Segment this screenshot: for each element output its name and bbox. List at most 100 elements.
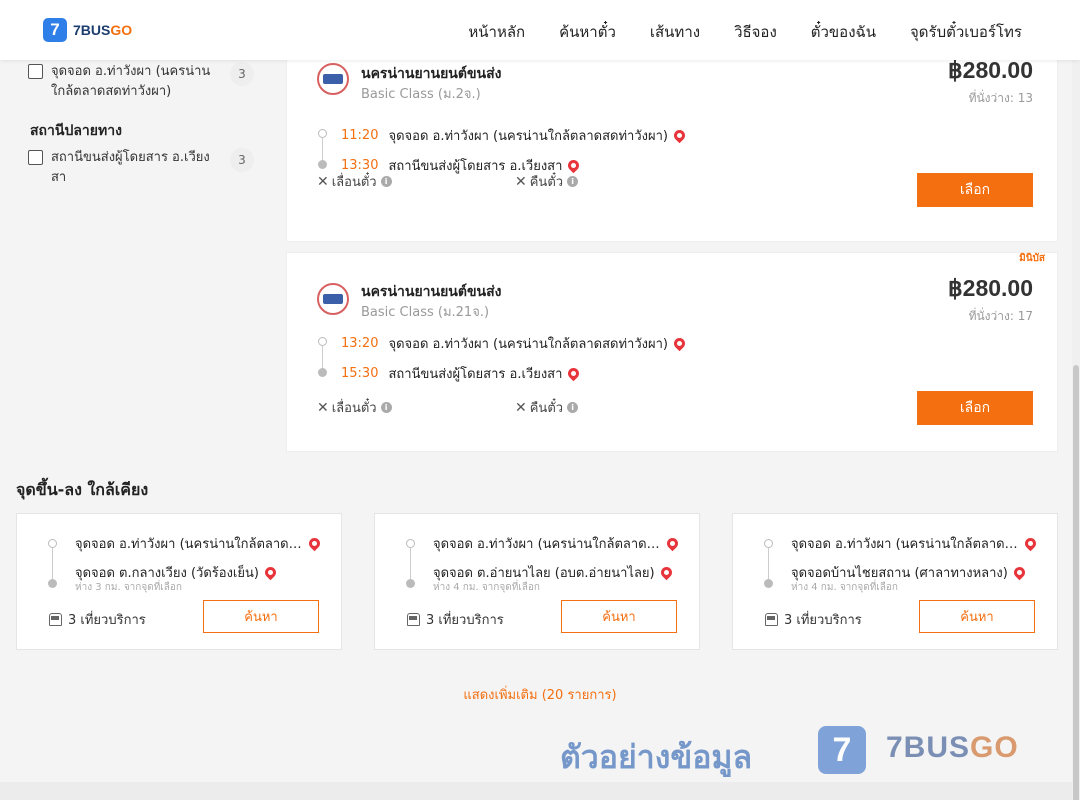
filter-origin-checkbox[interactable]: [28, 64, 43, 79]
change-ticket-label: เลื่อนตั๋ว: [331, 401, 377, 416]
watermark-brand-main: 7BUS: [886, 731, 971, 764]
logo-mark: 7: [43, 18, 67, 42]
select-trip-button[interactable]: เลือก: [917, 173, 1033, 207]
watermark-brand-go: GO: [970, 731, 1019, 764]
nav-my-tickets[interactable]: ตั๋วของฉัน: [811, 20, 876, 44]
main-nav: หน้าหลัก ค้นหาตั๋ว เส้นทาง วิธีจอง ตั๋วข…: [468, 20, 1022, 44]
bus-icon: [49, 613, 62, 626]
timeline-start-icon: [318, 337, 327, 346]
info-icon[interactable]: i: [380, 176, 392, 187]
operator-name: นครน่านยานยนต์ขนส่ง: [361, 284, 502, 300]
trip-price: ฿280.00: [948, 275, 1033, 301]
nav-routes[interactable]: เส้นทาง: [650, 20, 700, 44]
filter-destination-item[interactable]: สถานีขนส่งผู้โดยสาร อ.เวียงสา 3: [28, 148, 258, 188]
map-pin-icon[interactable]: [262, 564, 279, 581]
nearby-trip-count: 3 เที่ยวบริการ: [49, 609, 146, 630]
nearby-distance: ห่าง 4 กม. จากจุดที่เลือก: [791, 582, 898, 593]
arrival-stop: 15:30 สถานีขนส่งผู้โดยสาร อ.เวียงสา: [341, 363, 582, 384]
filter-origin-label: จุดจอด อ.ท่าวังผา (นครน่านใกล้ตลาดสดท่าว…: [51, 64, 211, 99]
refund-ticket-policy: ✕ คืนตั๋ว i: [515, 397, 579, 418]
refund-ticket-label: คืนตั๋ว: [529, 401, 564, 416]
nearby-search-button[interactable]: ค้นหา: [561, 600, 677, 633]
watermark-logo-icon: 7: [818, 726, 866, 774]
nav-search-ticket[interactable]: ค้นหาตั๋ว: [559, 20, 616, 44]
scrollbar-thumb[interactable]: [1073, 365, 1079, 800]
bus-icon: [407, 613, 420, 626]
info-icon[interactable]: i: [567, 176, 579, 187]
bus-class: Basic Class (ม.21จ.): [361, 305, 490, 320]
select-trip-button[interactable]: เลือก: [917, 391, 1033, 425]
nearby-from-label: จุดจอด อ.ท่าวังผา (นครน่านใกล้ตลาดสดท่าว…: [75, 537, 303, 552]
operator-name: นครน่านยานยนต์ขนส่ง: [361, 66, 502, 82]
map-pin-icon[interactable]: [658, 564, 674, 581]
map-pin-icon[interactable]: [671, 127, 688, 144]
timeline-start-icon: [764, 539, 773, 548]
departure-stop: 11:20 จุดจอด อ.ท่าวังผา (นครน่านใกล้ตลาด…: [341, 125, 688, 146]
trip-card: นครน่านยานยนต์ขนส่ง Basic Class (ม.2จ.) …: [286, 42, 1058, 242]
close-icon: ✕: [317, 399, 329, 416]
show-more-link[interactable]: แสดงเพิ่มเติม (20 รายการ): [0, 684, 1080, 705]
map-pin-icon[interactable]: [566, 365, 582, 382]
nearby-stop-card: จุดจอด อ.ท่าวังผา (นครน่านใกล้ตลาดสดท่าว…: [732, 513, 1058, 650]
timeline-end-icon: [318, 368, 327, 377]
nearby-stops-title: จุดขึ้น-ลง ใกล้เคียง: [16, 480, 149, 499]
timeline-line: [322, 138, 323, 162]
map-pin-icon[interactable]: [1011, 564, 1028, 581]
arrival-stop-name: สถานีขนส่งผู้โดยสาร อ.เวียงสา: [388, 367, 563, 382]
departure-time: 13:20: [341, 336, 379, 351]
map-pin-icon[interactable]: [664, 535, 681, 552]
timeline-start-icon: [318, 129, 327, 138]
refund-ticket-policy: ✕ คืนตั๋ว i: [515, 171, 579, 192]
logo-text-go: GO: [110, 22, 133, 38]
operator-logo-icon: [317, 63, 349, 95]
bus-icon: [765, 613, 778, 626]
timeline-line: [52, 548, 53, 580]
bus-class: Basic Class (ม.2จ.): [361, 87, 481, 102]
nearby-search-button[interactable]: ค้นหา: [203, 600, 319, 633]
nearby-trip-count-label: 3 เที่ยวบริการ: [426, 613, 504, 628]
nav-how-to-book[interactable]: วิธีจอง: [734, 20, 777, 44]
map-pin-icon[interactable]: [1022, 535, 1039, 552]
close-icon: ✕: [515, 399, 527, 416]
arrival-time: 15:30: [341, 366, 379, 381]
info-icon[interactable]: i: [567, 402, 579, 413]
timeline-end-icon: [318, 160, 327, 169]
site-logo[interactable]: 7 7BUSGO: [43, 18, 132, 42]
trip-card: มินิบัส นครน่านยานยนต์ขนส่ง Basic Class …: [286, 252, 1058, 452]
vehicle-type-tag: มินิบัส: [1019, 253, 1045, 264]
filter-origin-count: 3: [230, 62, 254, 86]
map-pin-icon[interactable]: [306, 535, 323, 552]
timeline-start-icon: [406, 539, 415, 548]
trip-price: ฿280.00: [948, 57, 1033, 83]
close-icon: ✕: [317, 173, 329, 190]
timeline-line: [410, 548, 411, 580]
operator-logo-icon: [317, 283, 349, 315]
filter-origin-item[interactable]: จุดจอด อ.ท่าวังผา (นครน่านใกล้ตลาดสดท่าว…: [28, 62, 258, 102]
nearby-trip-count-label: 3 เที่ยวบริการ: [784, 613, 862, 628]
nav-home[interactable]: หน้าหลัก: [468, 20, 525, 44]
page-scrollbar[interactable]: [1072, 60, 1080, 800]
nearby-stop-card: จุดจอด อ.ท่าวังผา (นครน่านใกล้ตลาดสดท่าว…: [374, 513, 700, 650]
nearby-distance: ห่าง 4 กม. จากจุดที่เลือก: [433, 582, 540, 593]
nav-pickup-points[interactable]: จุดรับตั๋วเบอร์โทร: [910, 20, 1022, 44]
nearby-trip-count: 3 เที่ยวบริการ: [765, 609, 862, 630]
filter-destination-checkbox[interactable]: [28, 150, 43, 165]
nearby-search-button[interactable]: ค้นหา: [919, 600, 1035, 633]
timeline-line: [768, 548, 769, 580]
nearby-from-stop: จุดจอด อ.ท่าวังผา (นครน่านใกล้ตลาดสดท่าว…: [791, 533, 1051, 554]
timeline-end-icon: [406, 579, 415, 588]
map-pin-icon[interactable]: [671, 335, 688, 352]
footer-strip: [0, 782, 1080, 800]
filter-destination-label: สถานีขนส่งผู้โดยสาร อ.เวียงสา: [51, 150, 210, 185]
nearby-from-stop: จุดจอด อ.ท่าวังผา (นครน่านใกล้ตลาดสดท่าว…: [433, 533, 693, 554]
top-header: 7 7BUSGO หน้าหลัก ค้นหาตั๋ว เส้นทาง วิธี…: [0, 0, 1080, 60]
change-ticket-label: เลื่อนตั๋ว: [331, 175, 377, 190]
nearby-stop-card: จุดจอด อ.ท่าวังผา (นครน่านใกล้ตลาดสดท่าว…: [16, 513, 342, 650]
departure-stop-name: จุดจอด อ.ท่าวังผา (นครน่านใกล้ตลาดสดท่าว…: [388, 129, 668, 144]
destination-filter-heading: สถานีปลายทาง: [30, 123, 122, 139]
timeline-end-icon: [764, 579, 773, 588]
info-icon[interactable]: i: [380, 402, 392, 413]
departure-time: 11:20: [341, 128, 379, 143]
nearby-trip-count: 3 เที่ยวบริการ: [407, 609, 504, 630]
nearby-trip-count-label: 3 เที่ยวบริการ: [68, 613, 146, 628]
